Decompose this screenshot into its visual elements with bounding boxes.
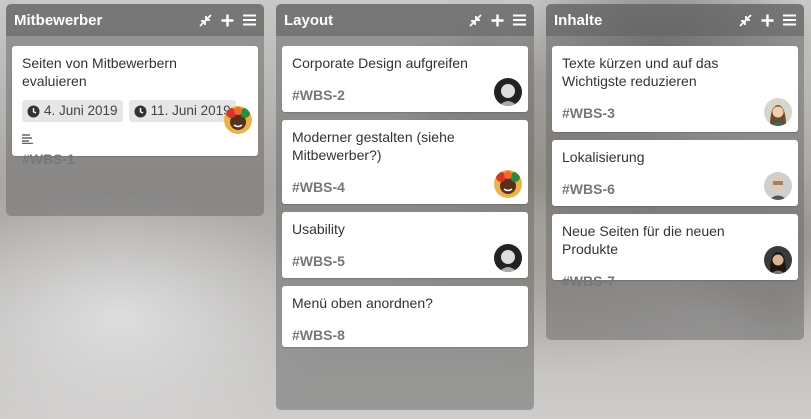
- avatar[interactable]: [764, 98, 792, 126]
- card[interactable]: Corporate Design aufgreifen #WBS-2: [282, 46, 528, 112]
- list-title[interactable]: Layout: [284, 12, 333, 29]
- list-header: Mitbewerber: [6, 4, 264, 36]
- card[interactable]: Menü oben anordnen? #WBS-8: [282, 286, 528, 347]
- list-header: Layout: [276, 4, 534, 36]
- avatar[interactable]: [224, 106, 252, 134]
- avatar[interactable]: [494, 78, 522, 106]
- card-id: #WBS-2: [292, 87, 345, 103]
- list-title[interactable]: Mitbewerber: [14, 12, 102, 29]
- card[interactable]: Neue Seiten für die neuen Produkte #WBS-…: [552, 214, 798, 289]
- plus-icon[interactable]: [490, 13, 504, 27]
- clock-icon: [134, 105, 147, 117]
- card-title: Seiten von Mitbewerbern evaluieren: [22, 55, 177, 89]
- card-id: #WBS-7: [562, 273, 615, 289]
- avatar[interactable]: [764, 172, 792, 200]
- card[interactable]: Lokalisierung #WBS-6: [552, 140, 798, 206]
- description-icon: [22, 130, 248, 148]
- card-title: Lokalisierung: [562, 149, 645, 165]
- start-date: 4. Juni 2019: [44, 103, 118, 118]
- card-title: Texte kürzen und auf das Wichtigste redu…: [562, 55, 719, 89]
- card-title: Corporate Design aufgreifen: [292, 55, 468, 71]
- hamburger-icon[interactable]: [782, 13, 796, 27]
- collapse-icon[interactable]: [468, 13, 482, 27]
- card-id: #WBS-5: [292, 253, 345, 269]
- collapse-icon[interactable]: [738, 13, 752, 27]
- due-date-badge[interactable]: 11. Juni 2019: [128, 100, 236, 122]
- hamburger-icon[interactable]: [512, 13, 526, 27]
- card-id: #WBS-3: [562, 105, 615, 121]
- card-id: #WBS-1: [22, 151, 75, 167]
- avatar[interactable]: [494, 244, 522, 272]
- card-title: Neue Seiten für die neuen Produkte: [562, 223, 725, 257]
- list-layout: Layout Corporate Design aufgreifen #WBS-…: [276, 4, 534, 410]
- due-date: 11. Juni 2019: [150, 103, 231, 118]
- plus-icon[interactable]: [220, 13, 234, 27]
- card-title: Menü oben anordnen?: [292, 295, 433, 311]
- avatar[interactable]: [764, 246, 792, 274]
- card-id: #WBS-6: [562, 181, 615, 197]
- list-title[interactable]: Inhalte: [554, 12, 602, 29]
- card-id: #WBS-4: [292, 179, 345, 195]
- clock-icon: [27, 105, 40, 117]
- card[interactable]: Moderner gestalten (siehe Mitbewerber?) …: [282, 120, 528, 204]
- list-header: Inhalte: [546, 4, 804, 36]
- avatar[interactable]: [494, 170, 522, 198]
- card[interactable]: Texte kürzen und auf das Wichtigste redu…: [552, 46, 798, 132]
- card-title: Usability: [292, 221, 345, 237]
- plus-icon[interactable]: [760, 13, 774, 27]
- card[interactable]: Usability #WBS-5: [282, 212, 528, 278]
- list-mitbewerber: Mitbewerber Seiten von Mitbewerbern eval…: [6, 4, 264, 216]
- collapse-icon[interactable]: [198, 13, 212, 27]
- list-inhalte: Inhalte Texte kürzen und auf das Wichtig…: [546, 4, 804, 340]
- hamburger-icon[interactable]: [242, 13, 256, 27]
- card-title: Moderner gestalten (siehe Mitbewerber?): [292, 129, 455, 163]
- card-id: #WBS-8: [292, 327, 345, 343]
- start-date-badge[interactable]: 4. Juni 2019: [22, 100, 123, 122]
- card[interactable]: Seiten von Mitbewerbern evaluieren 4. Ju…: [12, 46, 258, 167]
